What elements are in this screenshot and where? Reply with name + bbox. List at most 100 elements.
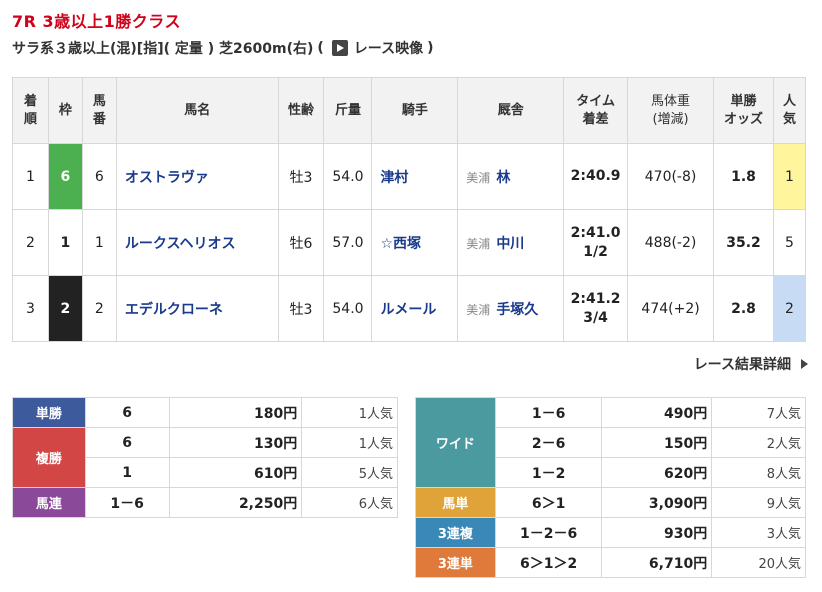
payout-pop: 8人気 — [711, 457, 806, 488]
payout-combo: 1－6 — [84, 487, 170, 518]
trainer-cell: 美浦 中川 — [457, 209, 565, 276]
payout-pop: 20人気 — [711, 547, 806, 578]
payout-combo: 1 — [84, 457, 170, 488]
payout-row-sanrentan: 3連単 6＞1＞2 6,710円 20人気 — [415, 547, 806, 578]
payout-pop: 1人気 — [301, 397, 398, 428]
payout-row-fukusho: 複勝 6 130円 1人気 — [12, 427, 398, 488]
jockey-link[interactable]: ルメール — [371, 275, 459, 342]
rank-cell: 1 — [12, 143, 49, 210]
col-trainer: 厩舎 — [457, 77, 565, 144]
trainer-link[interactable]: 手塚久 — [496, 302, 538, 318]
payout-type-fukusho: 複勝 — [12, 427, 86, 488]
payout-combo: 1－2－6 — [494, 517, 603, 548]
pop-cell: 5 — [772, 209, 807, 276]
weight-cell: 54.0 — [323, 275, 373, 342]
col-jockey: 騎手 — [371, 77, 459, 144]
sexage-cell: 牡6 — [277, 209, 325, 276]
body-weight-cell: 474(+2) — [627, 275, 715, 342]
weight-cell: 54.0 — [323, 143, 373, 210]
payout-row-umaren: 馬連 1－6 2,250円 6人気 — [12, 487, 398, 518]
payout-row-wide: ワイド 1－6 490円 7人気 — [415, 397, 806, 488]
payout-pop: 6人気 — [301, 487, 398, 518]
payout-amount: 130円 — [168, 427, 303, 458]
payout-amount: 3,090円 — [601, 487, 713, 518]
race-detail-link[interactable]: レース結果詳細 — [694, 354, 808, 374]
result-table: 着 順 枠 馬 番 馬名 性齢 斤量 騎手 厩舎 タイム 着差 馬体重 (増減)… — [12, 77, 807, 342]
payout-amount: 930円 — [601, 517, 713, 548]
horse-link[interactable]: エデルクローネ — [115, 275, 279, 342]
body-weight-cell: 470(-8) — [627, 143, 715, 210]
race-info: サラ系３歳以上(混)[指]( 定量 ) 芝2600m(右) ( レース映像 ) — [12, 38, 438, 58]
time-value: 2:41.2 — [570, 290, 621, 307]
payout-row-sanrenpuku: 3連複 1－2－6 930円 3人気 — [415, 517, 806, 548]
odds-cell: 35.2 — [713, 209, 774, 276]
trainer-cell: 美浦 手塚久 — [457, 275, 565, 342]
col-odds: 単勝 オッズ — [713, 77, 774, 144]
odds-cell: 1.8 — [713, 143, 774, 210]
payout-type-sanrenpuku: 3連複 — [415, 517, 496, 548]
jockey-link[interactable]: 津村 — [371, 143, 459, 210]
horse-link[interactable]: ルークスヘリオス — [115, 209, 279, 276]
col-pop: 人 気 — [772, 77, 807, 144]
margin-value: 3/4 — [583, 309, 608, 326]
num-cell: 1 — [81, 209, 117, 276]
payout-table-right: ワイド 1－6 490円 7人気 2－6 150円 2人気 1－2 620円 8… — [415, 397, 806, 578]
paren-close: ) — [427, 40, 434, 56]
table-row: 3 2 2 エデルクローネ 牡3 54.0 ルメール 美浦 手塚久 2:41.2 3… — [12, 275, 807, 342]
payout-combo: 6＞1＞2 — [494, 547, 603, 578]
trainer-link[interactable]: 中川 — [496, 236, 524, 252]
payout-combo: 1－2 — [494, 457, 603, 488]
col-weight: 斤量 — [323, 77, 373, 144]
payout-amount: 180円 — [168, 397, 303, 428]
payout-pop: 3人気 — [711, 517, 806, 548]
num-cell: 2 — [81, 275, 117, 342]
payout-pop: 7人気 — [711, 397, 806, 428]
payout-type-sanrentan: 3連単 — [415, 547, 496, 578]
time-value: 2:41.0 — [570, 224, 621, 241]
payout-type-tansho: 単勝 — [12, 397, 86, 428]
trainer-region: 美浦 — [466, 236, 491, 251]
payout-amount: 150円 — [601, 427, 713, 458]
payout-combo: 6＞1 — [494, 487, 603, 518]
waku-cell: 6 — [47, 143, 83, 210]
video-play-icon[interactable] — [331, 40, 348, 56]
pop-cell: 1 — [772, 143, 807, 210]
payout-combo: 1－6 — [494, 397, 603, 428]
payout-pop: 1人気 — [301, 427, 398, 458]
trainer-link[interactable]: 林 — [496, 170, 510, 186]
table-header-row: 着 順 枠 馬 番 馬名 性齢 斤量 騎手 厩舎 タイム 着差 馬体重 (増減)… — [12, 77, 807, 144]
time-value: 2:40.9 — [570, 168, 621, 185]
race-detail-label: レース結果詳細 — [693, 357, 791, 373]
table-row: 2 1 1 ルークスヘリオス 牡6 57.0 ☆西塚 美浦 中川 2:41.0 1/… — [12, 209, 807, 276]
race-video-link[interactable]: レース映像 — [354, 38, 423, 58]
sexage-cell: 牡3 — [277, 143, 325, 210]
payout-type-umatan: 馬単 — [415, 487, 496, 518]
payout-pop: 2人気 — [711, 427, 806, 458]
trainer-region: 美浦 — [466, 170, 491, 185]
payout-combo: 2－6 — [494, 427, 603, 458]
race-title: 7R 3歳以上1勝クラス — [12, 12, 181, 31]
horse-link[interactable]: オストラヴァ — [115, 143, 279, 210]
payout-table-left: 単勝 6 180円 1人気 複勝 6 130円 1人気 1 610円 5人気 馬… — [12, 397, 398, 518]
payout-amount: 620円 — [601, 457, 713, 488]
weight-cell: 57.0 — [323, 209, 373, 276]
sexage-cell: 牡3 — [277, 275, 325, 342]
trainer-region: 美浦 — [466, 302, 491, 317]
payout-pop: 9人気 — [711, 487, 806, 518]
odds-cell: 2.8 — [713, 275, 774, 342]
col-rank: 着 順 — [12, 77, 49, 144]
rank-cell: 3 — [12, 275, 49, 342]
col-sexage: 性齢 — [277, 77, 325, 144]
time-cell: 2:40.9 — [563, 143, 629, 210]
col-waku: 枠 — [47, 77, 83, 144]
jockey-link[interactable]: ☆西塚 — [371, 209, 459, 276]
trainer-cell: 美浦林 — [457, 143, 565, 210]
rank-cell: 2 — [12, 209, 49, 276]
payout-amount: 6,710円 — [601, 547, 713, 578]
paren-open: ( — [317, 40, 324, 56]
table-row: 1 6 6 オストラヴァ 牡3 54.0 津村 美浦林 2:40.9 470(-… — [12, 143, 807, 210]
body-weight-cell: 488(-2) — [627, 209, 715, 276]
time-cell: 2:41.2 3/4 — [563, 275, 629, 342]
payout-row-umatan: 馬単 6＞1 3,090円 9人気 — [415, 487, 806, 518]
payout-row-tansho: 単勝 6 180円 1人気 — [12, 397, 398, 428]
